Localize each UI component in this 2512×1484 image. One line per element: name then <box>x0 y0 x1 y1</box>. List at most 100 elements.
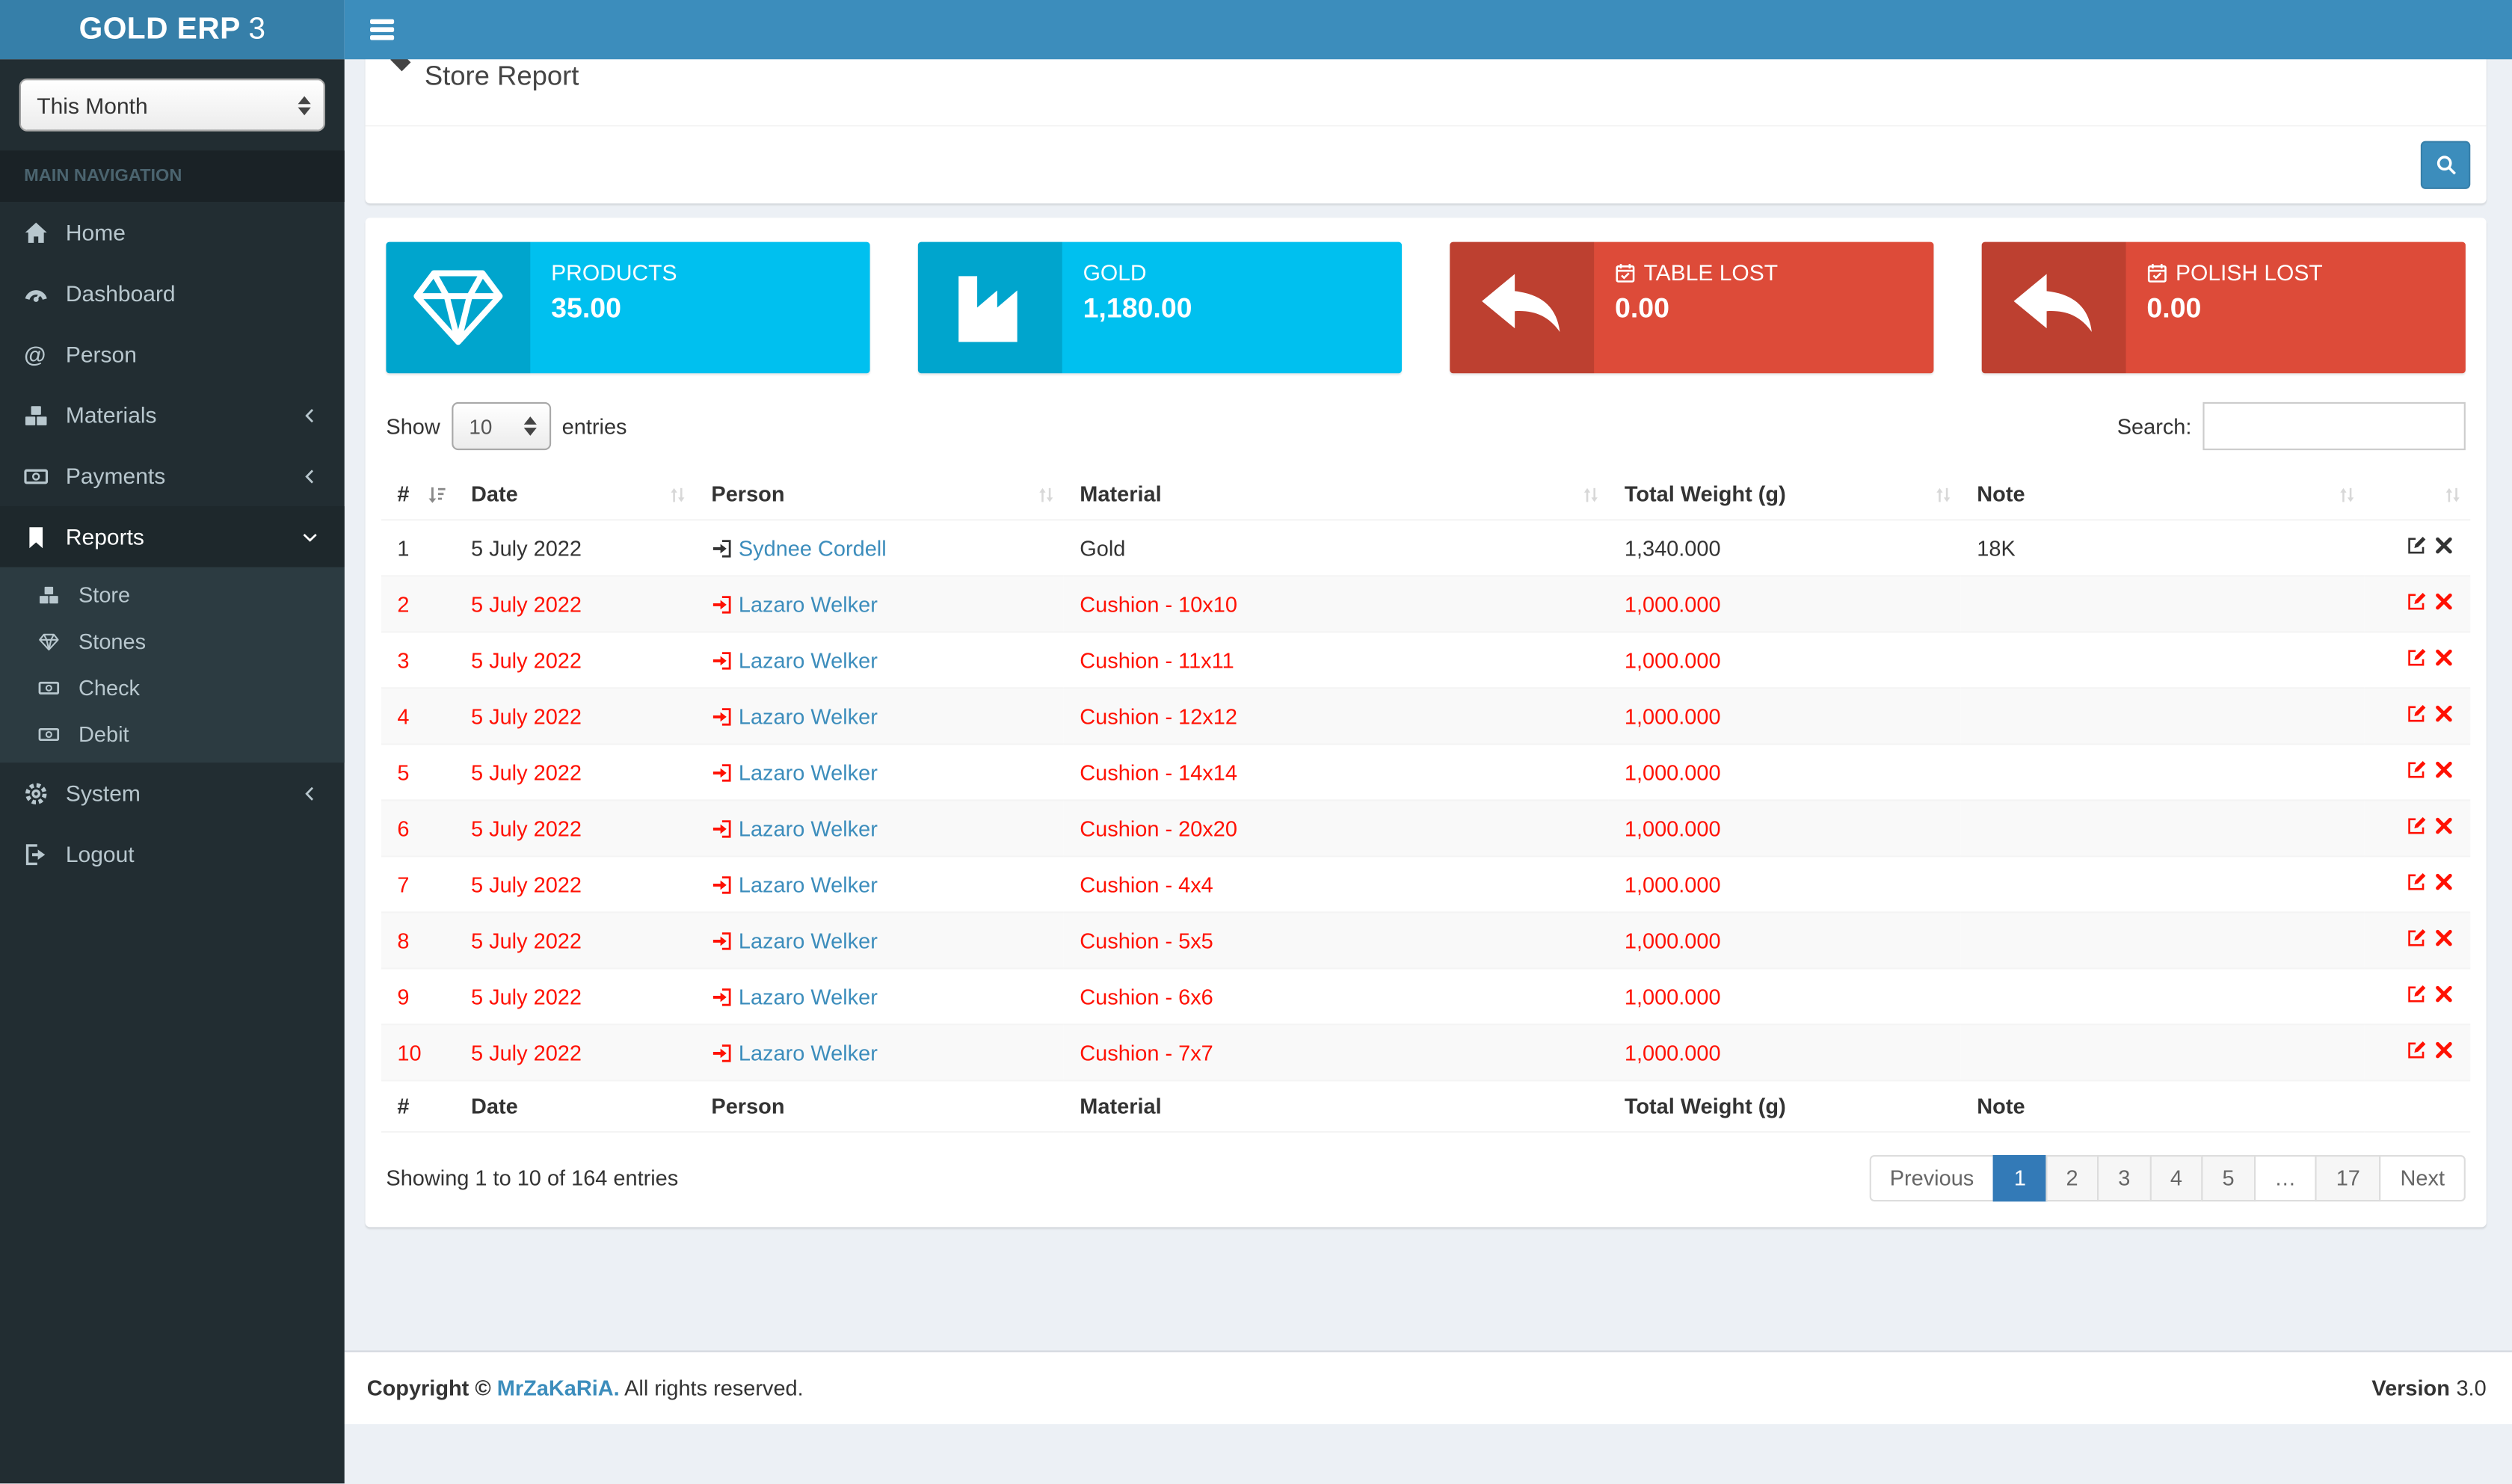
page-length-select[interactable]: 10 <box>452 402 551 450</box>
edit-button[interactable] <box>2407 872 2428 893</box>
footer-column-person: Person <box>695 1080 1064 1132</box>
version-text: Version3.0 <box>2371 1376 2486 1400</box>
footer-column-material: Material <box>1064 1080 1609 1132</box>
delete-button[interactable] <box>2434 535 2454 556</box>
person-link[interactable]: Sydnee Cordell <box>739 536 887 560</box>
sign-in-icon <box>711 538 732 558</box>
column-header-total-weight-g[interactable]: Total Weight (g) <box>1608 469 1960 520</box>
pagination-page-2[interactable]: 2 <box>2045 1155 2099 1201</box>
delete-button[interactable] <box>2434 647 2454 668</box>
pagination-page-3[interactable]: 3 <box>2097 1155 2151 1201</box>
person-link[interactable]: Lazaro Welker <box>739 592 878 616</box>
delete-button[interactable] <box>2434 872 2454 893</box>
page-title: Store Report <box>425 61 579 93</box>
chevron-left-icon <box>301 784 321 802</box>
report-panel: PRODUCTS35.00GOLD1,180.00TABLE LOST0.00P… <box>366 218 2487 1227</box>
hamburger-icon <box>370 19 394 39</box>
edit-button[interactable] <box>2407 703 2428 724</box>
person-link[interactable]: Lazaro Welker <box>739 985 878 1009</box>
person-link[interactable]: Lazaro Welker <box>739 816 878 840</box>
cell-date: 5 July 2022 <box>455 800 695 856</box>
pagination-next-button[interactable]: Next <box>2380 1155 2466 1201</box>
pagination-page-1[interactable]: 1 <box>1993 1155 2047 1201</box>
table-row: 95 July 2022Lazaro WelkerCushion - 6x61,… <box>381 968 2470 1024</box>
delete-button[interactable] <box>2434 703 2454 724</box>
edit-button[interactable] <box>2407 984 2428 1005</box>
column-header-person[interactable]: Person <box>695 469 1064 520</box>
sidebar-item-home[interactable]: Home <box>0 202 345 262</box>
info-box-value: 0.00 <box>1615 292 1778 325</box>
pagination-page-5[interactable]: 5 <box>2202 1155 2256 1201</box>
column-header-date[interactable]: Date <box>455 469 695 520</box>
chevron-left-icon <box>301 467 321 485</box>
person-link[interactable]: Lazaro Welker <box>739 872 878 896</box>
cell-material: Cushion - 14x14 <box>1064 744 1609 800</box>
delete-button[interactable] <box>2434 760 2454 781</box>
footer-brand-link[interactable]: MrZaKaRiA. <box>497 1376 620 1400</box>
edit-button[interactable] <box>2407 1040 2428 1061</box>
sidebar-item-reports[interactable]: Reports <box>0 506 345 567</box>
app-logo[interactable]: GOLD ERP 3 <box>0 0 345 59</box>
edit-icon <box>2407 928 2428 949</box>
cell-actions <box>2365 800 2470 856</box>
page-content: Store Report PRODUCTS35.00GOLD1,180.00TA… <box>345 0 2512 1350</box>
delete-button[interactable] <box>2434 1040 2454 1061</box>
sidebar-subitem-store[interactable]: Store <box>0 572 345 618</box>
edit-icon <box>2407 872 2428 893</box>
table-row: 15 July 2022Sydnee CordellGold1,340.0001… <box>381 520 2470 576</box>
person-link[interactable]: Lazaro Welker <box>739 929 878 952</box>
column-header-blank[interactable]: # <box>381 469 455 520</box>
pagination-previous-button[interactable]: Previous <box>1869 1155 1995 1201</box>
info-box-icon <box>386 242 530 374</box>
money-icon <box>38 724 70 745</box>
sidebar-item-label: Dashboard <box>66 280 176 306</box>
cell-num: 1 <box>381 520 455 576</box>
edit-button[interactable] <box>2407 816 2428 837</box>
column-header-note[interactable]: Note <box>1961 469 2365 520</box>
column-header-material[interactable]: Material <box>1064 469 1609 520</box>
pagination-page-4[interactable]: 4 <box>2149 1155 2203 1201</box>
delete-button[interactable] <box>2434 928 2454 949</box>
footer-column-actions <box>2365 1080 2470 1132</box>
sidebar-item-dashboard[interactable]: Dashboard <box>0 262 345 323</box>
delete-button[interactable] <box>2434 591 2454 612</box>
sidebar-subitem-debit[interactable]: Debit <box>0 711 345 757</box>
info-box-content: GOLD1,180.00 <box>1062 242 1213 374</box>
cell-material: Cushion - 6x6 <box>1064 968 1609 1024</box>
column-header-actions[interactable] <box>2365 469 2470 520</box>
edit-icon <box>2407 535 2428 556</box>
sidebar-item-label: Reports <box>66 524 144 549</box>
person-link[interactable]: Lazaro Welker <box>739 760 878 784</box>
edit-button[interactable] <box>2407 928 2428 949</box>
info-box-products: PRODUCTS35.00 <box>386 242 869 374</box>
edit-button[interactable] <box>2407 647 2428 668</box>
column-header-label: Date <box>471 482 518 506</box>
edit-button[interactable] <box>2407 535 2428 556</box>
delete-button[interactable] <box>2434 984 2454 1005</box>
sidebar-item-payments[interactable]: Payments <box>0 446 345 506</box>
search-submit-button[interactable] <box>2421 141 2470 189</box>
edit-button[interactable] <box>2407 591 2428 612</box>
sidebar-item-person[interactable]: @Person <box>0 324 345 384</box>
pagination-page-17[interactable]: 17 <box>2315 1155 2381 1201</box>
delete-button[interactable] <box>2434 816 2454 837</box>
sidebar-toggle-button[interactable] <box>345 16 420 44</box>
info-box-content: PRODUCTS35.00 <box>530 242 698 374</box>
sort-icon <box>668 484 688 504</box>
sign-in-icon <box>711 818 732 839</box>
sidebar-subitem-stones[interactable]: Stones <box>0 618 345 665</box>
cell-note <box>1961 744 2365 800</box>
sidebar-item-system[interactable]: System <box>0 763 345 823</box>
person-link[interactable]: Lazaro Welker <box>739 1041 878 1065</box>
sidebar-item-materials[interactable]: Materials <box>0 384 345 445</box>
cell-note <box>1961 968 2365 1024</box>
person-link[interactable]: Lazaro Welker <box>739 704 878 728</box>
edit-button[interactable] <box>2407 760 2428 781</box>
sidebar-item-logout[interactable]: Logout <box>0 823 345 884</box>
info-box-label: PRODUCTS <box>551 259 677 285</box>
sidebar-subitem-check[interactable]: Check <box>0 665 345 711</box>
edit-icon <box>2407 760 2428 781</box>
search-input[interactable] <box>2202 402 2465 450</box>
person-link[interactable]: Lazaro Welker <box>739 648 878 672</box>
date-range-select[interactable]: This Month <box>19 78 325 132</box>
